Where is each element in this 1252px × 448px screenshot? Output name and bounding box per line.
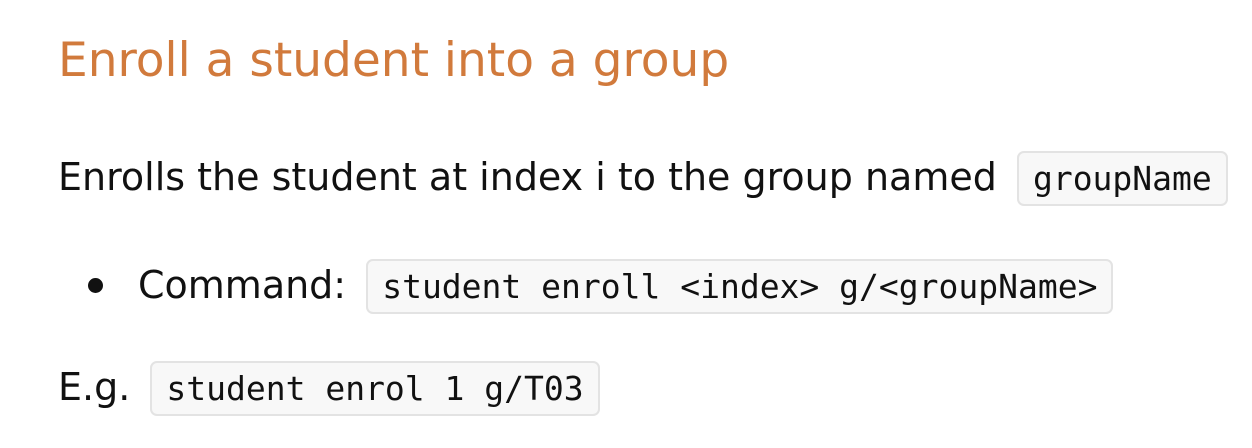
command-label: Command: bbox=[138, 263, 347, 307]
command-list-item: Command: student enroll <index> g/<group… bbox=[58, 254, 1114, 318]
example-label: E.g. bbox=[58, 365, 131, 409]
command-code: student enroll <index> g/<groupName> bbox=[366, 259, 1114, 314]
description-paragraph: Enrolls the student at index i to the gr… bbox=[58, 146, 1228, 210]
example-code: student enrol 1 g/T03 bbox=[150, 361, 600, 416]
command-list: Command: student enroll <index> g/<group… bbox=[58, 254, 1114, 318]
example-paragraph: E.g. student enrol 1 g/T03 bbox=[58, 356, 600, 420]
inline-code-group-name: groupName bbox=[1016, 151, 1228, 206]
section-heading: Enroll a student into a group bbox=[58, 33, 730, 88]
description-text: Enrolls the student at index i to the gr… bbox=[58, 155, 997, 199]
bullet-icon bbox=[88, 278, 103, 293]
